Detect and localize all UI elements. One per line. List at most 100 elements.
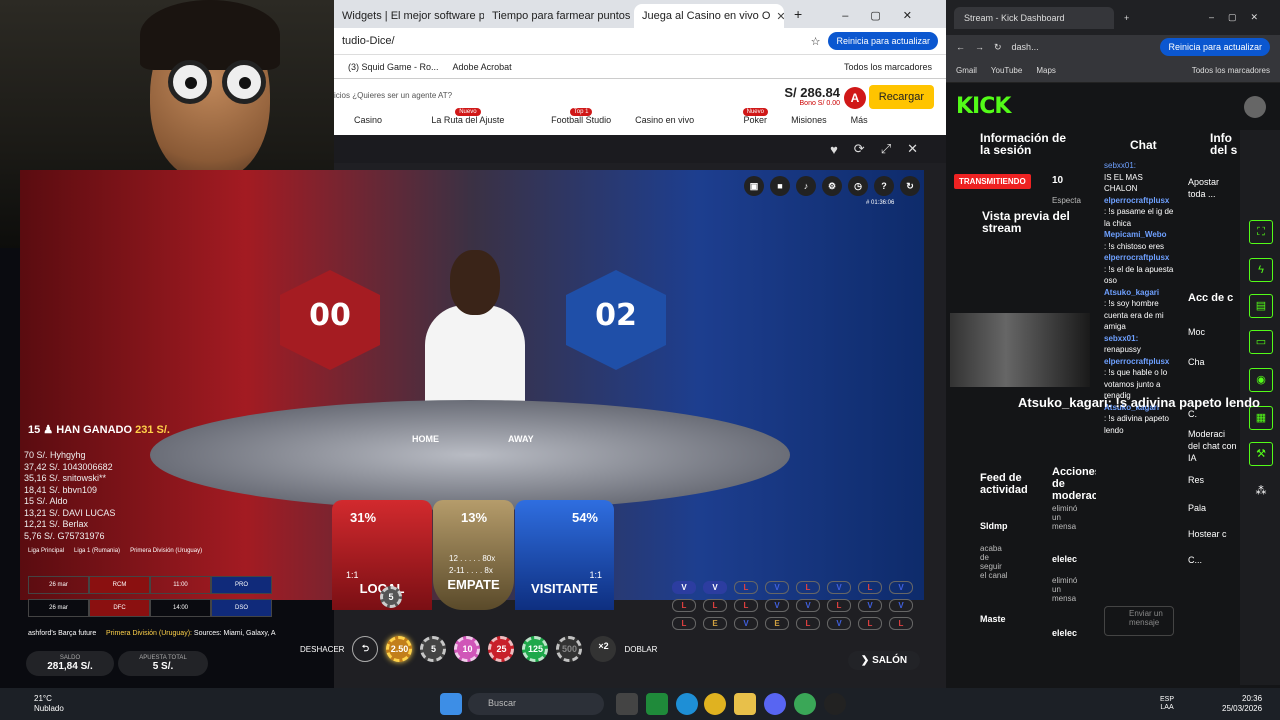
viewer-count: 10 xyxy=(1052,175,1064,186)
help-icon[interactable]: ? xyxy=(874,176,894,196)
league-tab[interactable]: Primera División (Uruguay) xyxy=(130,548,202,554)
double-label: DOBLAR xyxy=(624,644,658,654)
fullscreen-icon[interactable]: ⤢ xyxy=(881,141,891,157)
away-label: AWAY xyxy=(508,434,534,444)
chip-10[interactable]: 10 xyxy=(454,636,481,662)
chat-icon[interactable]: ▣ xyxy=(744,176,764,196)
new-tab-icon[interactable]: + xyxy=(784,0,812,28)
document-icon[interactable]: ▤ xyxy=(1249,294,1273,318)
chip-125[interactable]: 125 xyxy=(522,636,549,662)
video-icon[interactable]: ■ xyxy=(770,176,790,196)
nav-mas[interactable]: Más xyxy=(851,115,868,125)
mod-text: eliminó un mensa xyxy=(1052,504,1078,531)
bookmark-gmail[interactable]: Gmail xyxy=(956,66,977,75)
bookmark-maps[interactable]: Maps xyxy=(1036,66,1056,75)
close-icon[interactable]: ✕ xyxy=(907,141,918,157)
settings-gear-icon[interactable]: ⚙ xyxy=(822,176,842,196)
lobby-button[interactable]: ❯ SALÓN xyxy=(848,651,920,670)
chip-25[interactable]: 25 xyxy=(488,636,515,662)
nav-misiones[interactable]: Misiones xyxy=(791,115,827,125)
refresh-icon[interactable]: ↻ xyxy=(994,42,1002,53)
clock[interactable]: 20:36 25/03/2026 xyxy=(1222,694,1262,714)
roadmap-cell: V xyxy=(765,599,789,612)
edge-icon[interactable] xyxy=(676,693,698,715)
bookmark-all[interactable]: Todos los marcadores xyxy=(844,62,932,72)
agent-link[interactable]: icios ¿Quieres ser un agente AT? xyxy=(334,91,452,100)
chip-2-50[interactable]: 2.50 xyxy=(386,636,413,662)
task-view-icon[interactable] xyxy=(616,693,638,715)
chip-500[interactable]: 500 xyxy=(556,636,583,662)
close-tab-icon[interactable]: ✕ xyxy=(776,10,784,23)
forward-icon[interactable]: → xyxy=(975,42,984,52)
bookmark-star-icon[interactable]: ☆ xyxy=(811,35,821,48)
recharge-button[interactable]: Recargar xyxy=(868,85,934,109)
league-tab[interactable]: Liga 1 (Rumania) xyxy=(74,548,120,554)
wrench-icon[interactable]: ⚒ xyxy=(1249,442,1273,466)
new-tab-icon[interactable]: + xyxy=(1124,13,1129,23)
tab-farm-points[interactable]: Tiempo para farmear puntos✕ xyxy=(484,4,634,28)
mod-user: elelec xyxy=(1052,554,1078,564)
search-input[interactable]: Buscar xyxy=(468,693,604,715)
roadmap-cell: V xyxy=(889,581,913,594)
update-button[interactable]: Reinicia para actualizar xyxy=(828,32,938,50)
bet-away[interactable]: 54% 1:1 VISITANTE xyxy=(515,500,614,610)
home-label: HOME xyxy=(412,434,439,444)
nav-ruta-ajuste[interactable]: NuevoLa Ruta del Ajuste xyxy=(406,108,504,125)
bet-local[interactable]: 31% 1:1 LOCAL 5 xyxy=(332,500,432,610)
window-controls[interactable]: ‒▢✕ xyxy=(830,3,946,28)
tab-widgets[interactable]: Widgets | El mejor software p✕ xyxy=(334,4,484,28)
minecraft-icon[interactable] xyxy=(646,693,668,715)
tab-casino[interactable]: Juega al Casino en vivo O ✕ xyxy=(634,4,784,28)
nav-football-studio[interactable]: Top 1Football Studio xyxy=(528,108,611,125)
league-tab[interactable]: Liga Principal xyxy=(28,548,64,554)
nav-casino-en-vivo[interactable]: Casino en vivo xyxy=(635,115,694,125)
feed-user: Sldmp xyxy=(980,521,1008,531)
tab-kick-dashboard[interactable]: Stream - Kick Dashboard xyxy=(954,6,1114,29)
bookmark-squid-game[interactable]: (3) Squid Game - Ro... xyxy=(348,62,439,72)
kick-logo[interactable]: KICK xyxy=(956,94,1011,119)
language-indicator[interactable]: ESP LAA xyxy=(1160,696,1174,712)
table-row: 26 mar DFC 14:00 DSO xyxy=(28,599,272,617)
reload-icon[interactable]: ↻ xyxy=(900,176,920,196)
bookmark-acrobat[interactable]: Adobe Acrobat xyxy=(453,62,512,72)
discord-icon[interactable] xyxy=(764,693,786,715)
nav-poker[interactable]: NuevoPoker xyxy=(718,108,768,125)
favorite-heart-icon[interactable]: ♥ xyxy=(830,142,838,157)
feed-user: Maste xyxy=(980,614,1006,624)
chip-5[interactable]: 5 xyxy=(420,636,447,662)
undo-icon[interactable]: ⮌ xyxy=(352,636,379,662)
url-input[interactable]: dash... xyxy=(1012,42,1039,52)
chrome-profile-icon[interactable] xyxy=(794,693,816,715)
double-button[interactable]: ×2 xyxy=(590,636,617,662)
roadmap-cell: L xyxy=(796,617,820,630)
file-explorer-icon[interactable] xyxy=(734,693,756,715)
refresh-icon[interactable]: ⟳ xyxy=(854,141,865,157)
sound-icon[interactable]: ♪ xyxy=(796,176,816,196)
roadmap-cell: E xyxy=(765,617,789,630)
roadmap-cell: V xyxy=(703,581,727,594)
start-menu-icon[interactable] xyxy=(440,693,462,715)
chrome-icon[interactable] xyxy=(704,693,726,715)
game-controls: ▣ ■ ♪ ⚙ ◷ ? ↻ xyxy=(744,176,920,196)
history-icon[interactable]: ◷ xyxy=(848,176,868,196)
apps-icon[interactable]: ⁂ xyxy=(1249,480,1273,504)
avatar[interactable]: A xyxy=(844,87,866,109)
avatar[interactable] xyxy=(1244,96,1266,118)
chat-input[interactable]: Enviar un mensaje xyxy=(1104,606,1174,636)
url-input[interactable]: tudio-Dice/ xyxy=(342,35,803,47)
chat-bubble-icon[interactable]: ▭ xyxy=(1249,330,1273,354)
league-tabs: Liga Principal Liga 1 (Rumania) Primera … xyxy=(28,548,272,554)
bookmark-youtube[interactable]: YouTube xyxy=(991,66,1022,75)
broadcast-icon[interactable]: ◉ xyxy=(1249,368,1273,392)
bookmark-all[interactable]: Todos los marcadores xyxy=(1192,66,1270,75)
obs-icon[interactable] xyxy=(824,693,846,715)
weather-widget[interactable]: 21°C Nublado xyxy=(34,694,64,714)
lightning-icon[interactable]: ϟ xyxy=(1249,258,1273,282)
nav-casino[interactable]: Casino xyxy=(354,115,382,125)
bet-draw[interactable]: 13% 12 . . . . . 80x 2-11 . . . . 8x EMP… xyxy=(433,500,514,610)
capture-icon[interactable]: ⛶ xyxy=(1249,220,1273,244)
session-info-title: Información de la sesión xyxy=(980,131,1067,157)
window-controls[interactable]: ‒▢✕ xyxy=(1209,12,1280,23)
back-icon[interactable]: ← xyxy=(956,42,965,52)
update-button[interactable]: Reinicia para actualizar xyxy=(1160,38,1270,56)
